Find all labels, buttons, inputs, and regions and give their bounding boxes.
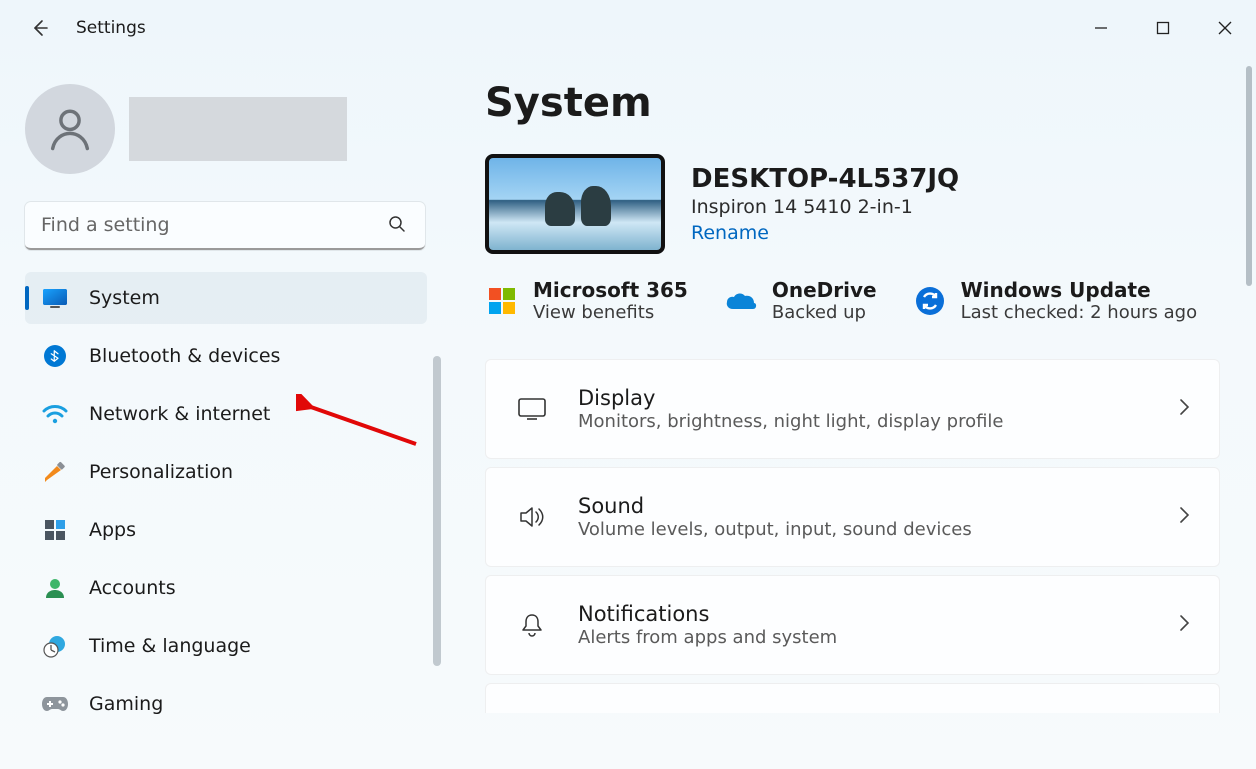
- bluetooth-icon: [41, 342, 69, 370]
- status-onedrive[interactable]: OneDrive Backed up: [724, 278, 877, 323]
- wifi-icon: [41, 400, 69, 428]
- status-subtitle: Backed up: [772, 302, 877, 323]
- card-subtitle: Monitors, brightness, night light, displ…: [578, 411, 1004, 432]
- update-sync-icon: [913, 284, 947, 318]
- sidebar-item-label: Personalization: [89, 461, 233, 483]
- rename-link[interactable]: Rename: [691, 222, 769, 244]
- bell-icon: [514, 611, 550, 639]
- main-scrollbar[interactable]: [1246, 66, 1252, 286]
- display-icon: [514, 396, 550, 422]
- sidebar-item-system[interactable]: System: [25, 272, 427, 324]
- status-title: OneDrive: [772, 278, 877, 302]
- sidebar-item-personalization[interactable]: Personalization: [25, 446, 427, 498]
- desktop-thumbnail[interactable]: [485, 154, 665, 254]
- person-icon: [41, 574, 69, 602]
- card-title: Notifications: [578, 602, 837, 626]
- nav-list: System Bluetooth & devices Network & int…: [25, 272, 427, 730]
- sidebar-item-network[interactable]: Network & internet: [25, 388, 427, 440]
- device-model: Inspiron 14 5410 2-in-1: [691, 196, 959, 218]
- sidebar-item-label: Bluetooth & devices: [89, 345, 280, 367]
- username-placeholder: [129, 97, 347, 161]
- status-title: Microsoft 365: [533, 278, 688, 302]
- close-icon: [1218, 21, 1232, 35]
- card-title: Sound: [578, 494, 972, 518]
- search-wrap: [25, 202, 427, 250]
- status-title: Windows Update: [961, 278, 1198, 302]
- close-button[interactable]: [1194, 8, 1256, 48]
- sidebar-item-apps[interactable]: Apps: [25, 504, 427, 556]
- sidebar-item-bluetooth[interactable]: Bluetooth & devices: [25, 330, 427, 382]
- profile-section[interactable]: [25, 84, 427, 174]
- sidebar-item-label: Accounts: [89, 577, 176, 599]
- sidebar: System Bluetooth & devices Network & int…: [0, 56, 445, 769]
- monitor-icon: [41, 284, 69, 312]
- card-subtitle: Alerts from apps and system: [578, 627, 837, 648]
- sidebar-item-label: Apps: [89, 519, 136, 541]
- search-icon: [387, 214, 407, 238]
- status-subtitle: Last checked: 2 hours ago: [961, 302, 1198, 323]
- search-input[interactable]: [25, 202, 425, 250]
- card-display[interactable]: Display Monitors, brightness, night ligh…: [485, 359, 1220, 459]
- minimize-icon: [1094, 21, 1108, 35]
- sidebar-item-time[interactable]: Time & language: [25, 620, 427, 672]
- onedrive-icon: [724, 284, 758, 318]
- titlebar: Settings: [0, 0, 1256, 56]
- window-title: Settings: [76, 18, 146, 38]
- apps-icon: [41, 516, 69, 544]
- chevron-right-icon: [1177, 505, 1191, 529]
- status-subtitle: View benefits: [533, 302, 688, 323]
- chevron-right-icon: [1177, 613, 1191, 637]
- sidebar-item-label: Time & language: [89, 635, 251, 657]
- arrow-left-icon: [30, 18, 50, 38]
- minimize-button[interactable]: [1070, 8, 1132, 48]
- card-notifications[interactable]: Notifications Alerts from apps and syste…: [485, 575, 1220, 675]
- sidebar-item-gaming[interactable]: Gaming: [25, 678, 427, 730]
- settings-card-list: Display Monitors, brightness, night ligh…: [485, 359, 1220, 713]
- chevron-right-icon: [1177, 397, 1191, 421]
- status-row: Microsoft 365 View benefits OneDrive Bac…: [485, 278, 1220, 323]
- status-windows-update[interactable]: Windows Update Last checked: 2 hours ago: [913, 278, 1198, 323]
- card-sound[interactable]: Sound Volume levels, output, input, soun…: [485, 467, 1220, 567]
- gamepad-icon: [41, 690, 69, 718]
- sidebar-item-label: System: [89, 287, 160, 309]
- microsoft-logo-icon: [485, 284, 519, 318]
- window-controls: [1070, 8, 1256, 48]
- person-icon: [44, 103, 96, 155]
- card-next-partial[interactable]: [485, 683, 1220, 713]
- device-info: DESKTOP-4L537JQ Inspiron 14 5410 2-in-1 …: [691, 164, 959, 244]
- card-title: Display: [578, 386, 1004, 410]
- device-header: DESKTOP-4L537JQ Inspiron 14 5410 2-in-1 …: [485, 154, 1220, 254]
- status-microsoft365[interactable]: Microsoft 365 View benefits: [485, 278, 688, 323]
- back-button[interactable]: [20, 8, 60, 48]
- card-subtitle: Volume levels, output, input, sound devi…: [578, 519, 972, 540]
- sidebar-item-label: Gaming: [89, 693, 163, 715]
- main-content: System DESKTOP-4L537JQ Inspiron 14 5410 …: [445, 56, 1256, 769]
- avatar: [25, 84, 115, 174]
- maximize-button[interactable]: [1132, 8, 1194, 48]
- page-title: System: [485, 80, 1220, 126]
- paintbrush-icon: [41, 458, 69, 486]
- maximize-icon: [1156, 21, 1170, 35]
- sidebar-item-label: Network & internet: [89, 403, 270, 425]
- device-name: DESKTOP-4L537JQ: [691, 164, 959, 194]
- sidebar-item-accounts[interactable]: Accounts: [25, 562, 427, 614]
- sound-icon: [514, 504, 550, 530]
- clock-globe-icon: [41, 632, 69, 660]
- sidebar-scrollbar[interactable]: [433, 356, 441, 666]
